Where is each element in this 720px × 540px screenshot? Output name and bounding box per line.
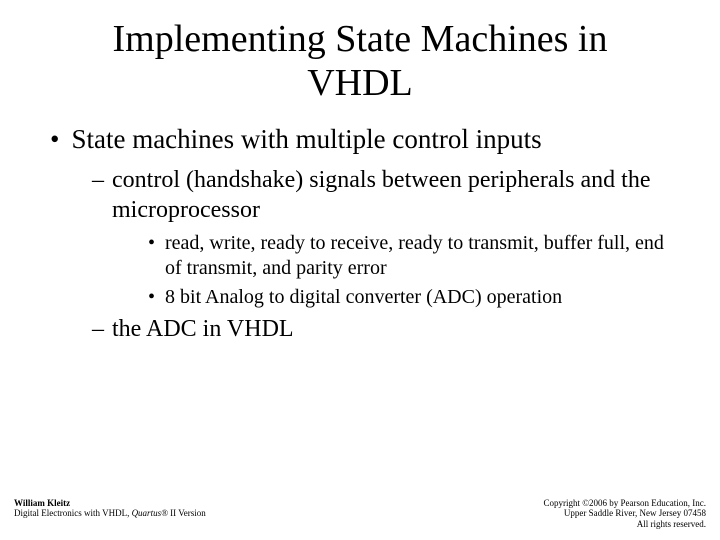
bullet-level3: • read, write, ready to receive, ready t… (148, 231, 680, 281)
footer-copyright-2: Upper Saddle River, New Jersey 07458 (543, 508, 706, 519)
footer-copyright-1: Copyright ©2006 by Pearson Education, In… (543, 498, 706, 509)
slide-footer: William Kleitz Digital Electronics with … (0, 498, 720, 530)
footer-copyright-3: All rights reserved. (543, 519, 706, 530)
bullet-level2: – the ADC in VHDL (92, 314, 680, 344)
bullet-l3b-text: 8 bit Analog to digital converter (ADC) … (165, 285, 562, 310)
bullet-dot-icon: • (148, 231, 155, 281)
bullet-l1-text: State machines with multiple control inp… (71, 123, 541, 157)
bullet-l3a-text: read, write, ready to receive, ready to … (165, 231, 680, 281)
bullet-dash-icon: – (92, 165, 104, 225)
footer-right: Copyright ©2006 by Pearson Education, In… (543, 498, 706, 530)
footer-book-prefix: Digital Electronics with VHDL, (14, 508, 132, 518)
footer-book-suffix: II Version (168, 508, 206, 518)
bullet-dot-icon: • (50, 123, 59, 157)
slide-title: Implementing State Machines in VHDL (40, 18, 680, 105)
bullet-dash-icon: – (92, 314, 104, 344)
slide-content: Implementing State Machines in VHDL • St… (0, 0, 720, 344)
footer-book: Digital Electronics with VHDL, Quartus® … (14, 508, 206, 519)
bullet-dot-icon: • (148, 285, 155, 310)
bullet-l2a-text: control (handshake) signals between peri… (112, 165, 680, 225)
bullet-l2b-text: the ADC in VHDL (112, 314, 294, 344)
footer-left: William Kleitz Digital Electronics with … (14, 498, 206, 530)
bullet-level3: • 8 bit Analog to digital converter (ADC… (148, 285, 680, 310)
footer-author: William Kleitz (14, 498, 206, 509)
bullet-level1: • State machines with multiple control i… (50, 123, 680, 157)
footer-book-italic: Quartus® (132, 508, 168, 518)
bullet-level2: – control (handshake) signals between pe… (92, 165, 680, 225)
